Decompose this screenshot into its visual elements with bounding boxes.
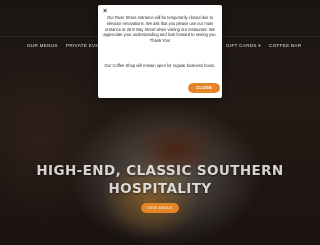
modal-message-coffee-shop: Our Coffee Shop will remain open for reg… bbox=[104, 63, 216, 68]
hero-headline-line1: HIGH-END, CLASSIC SOUTHERN bbox=[36, 163, 284, 179]
hero-headline: HIGH-END, CLASSIC SOUTHERN HOSPITALITY bbox=[20, 162, 300, 198]
hero-headline-line2: HOSPITALITY bbox=[108, 181, 212, 197]
modal-message-entrance: Our River Street entrance will be tempor… bbox=[103, 15, 217, 44]
nav-item-our-menus[interactable]: OUR MENUS bbox=[27, 40, 58, 52]
close-button[interactable]: CLOSE bbox=[188, 83, 220, 93]
view-menus-button[interactable]: VIEW MENUS bbox=[141, 203, 179, 213]
nav-item-gift-cards[interactable]: GIFT CARDS ▾ bbox=[226, 40, 261, 52]
announcement-modal: × Our River Street entrance will be temp… bbox=[98, 5, 222, 98]
nav-item-coffee-bar[interactable]: COFFEE BAR bbox=[269, 40, 301, 52]
